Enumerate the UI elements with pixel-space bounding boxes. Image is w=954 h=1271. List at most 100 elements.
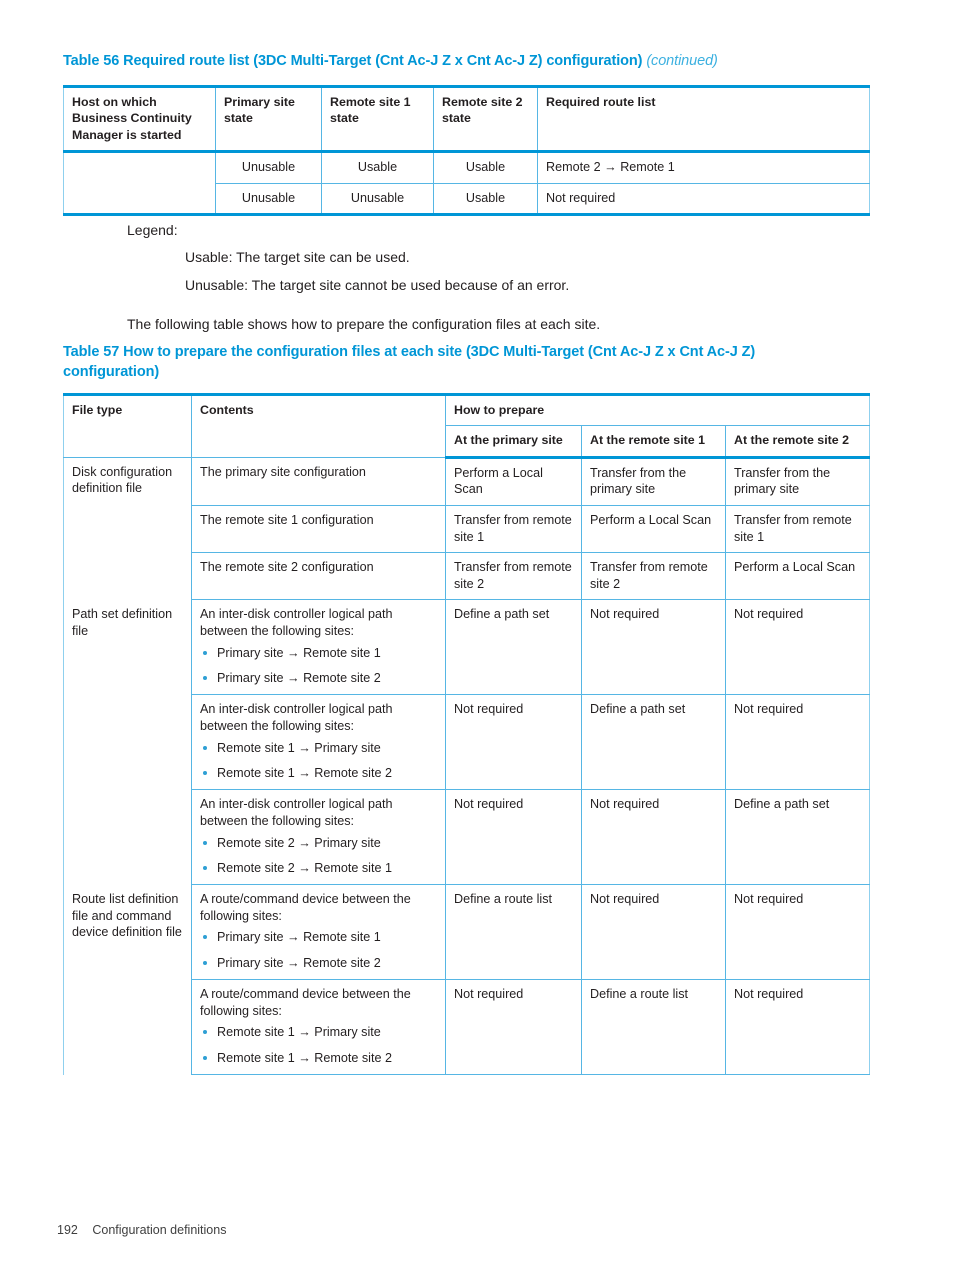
contents-bullet-list: Remote site 1 → Primary site Remote site… — [200, 740, 437, 782]
table-56-required-route-list: Host on which Business Continuity Manage… — [63, 84, 870, 217]
cell-remote2-state: Usable — [433, 182, 538, 217]
legend-item-unusable: Unusable: The target site cannot be used… — [185, 277, 570, 293]
cell-contents: The remote site 2 configuration — [191, 552, 446, 601]
list-item: Remote site 1 → Primary site — [200, 1024, 437, 1040]
cell-at-primary: Perform a Local Scan — [445, 456, 582, 506]
contents-text: A route/command device between the follo… — [200, 987, 411, 1018]
cell-at-remote2: Transfer from remote site 1 — [725, 504, 870, 554]
cell-remote1-state: Unusable — [321, 182, 434, 217]
table-56-caption: Table 56 Required route list (3DC Multi-… — [63, 52, 883, 72]
table-57-caption-text: Table 57 How to prepare the configuratio… — [63, 344, 756, 380]
cell-required-route: Not required — [537, 182, 870, 217]
th-how-to-prepare: How to prepare — [445, 392, 870, 427]
footer-section-title: Configuration definitions — [92, 1223, 227, 1237]
list-item: Remote site 2 → Primary site — [200, 835, 437, 851]
cell-at-remote2: Transfer from the primary site — [725, 456, 870, 506]
th-remote-site-1-state: Remote site 1 state — [321, 84, 434, 154]
contents-text: An inter-disk controller logical path be… — [200, 607, 393, 639]
cell-file-type: Route list definition file and command d… — [63, 884, 192, 1075]
cell-required-route: Remote 2 → Remote 1 — [537, 151, 870, 184]
cell-at-primary: Not required — [445, 789, 582, 886]
list-item: Remote site 1 → Remote site 2 — [200, 1050, 437, 1066]
intro-paragraph: The following table shows how to prepare… — [127, 316, 601, 332]
table-57-caption: Table 57 How to prepare the configuratio… — [63, 343, 853, 382]
th-file-type: File type — [63, 393, 192, 458]
th-host-on-which-bcm-started: Host on which Business Continuity Manage… — [63, 84, 216, 154]
list-item: Primary site → Remote site 1 — [200, 645, 437, 661]
list-item: Primary site → Remote site 1 — [200, 929, 437, 945]
cell-host — [63, 182, 216, 217]
contents-bullet-list: Primary site → Remote site 1 Primary sit… — [200, 929, 437, 971]
th-at-the-primary-site: At the primary site — [445, 425, 582, 459]
cell-at-remote2: Perform a Local Scan — [725, 552, 870, 601]
table-row: Path set definition file An inter-disk c… — [63, 599, 870, 885]
table-56-caption-continued: (continued) — [646, 53, 718, 69]
cell-remote2-state: Usable — [433, 151, 538, 184]
table-56-caption-text: Table 56 Required route list (3DC Multi-… — [63, 53, 643, 69]
cell-at-primary: Not required — [445, 694, 582, 791]
cell-remote1-state: Usable — [321, 151, 434, 184]
table-56-header-row: Host on which Business Continuity Manage… — [63, 84, 870, 154]
cell-file-type: Path set definition file — [63, 599, 192, 885]
cell-at-remote1: Not required — [581, 884, 726, 981]
cell-primary-state: Unusable — [215, 182, 322, 217]
contents-text: The remote site 1 configuration — [200, 512, 374, 527]
contents-text: A route/command device between the follo… — [200, 892, 411, 923]
cell-contents: A route/command device between the follo… — [191, 979, 446, 1076]
legend-item-usable: Usable: The target site can be used. — [185, 249, 410, 265]
table-row: Unusable Usable Usable Remote 2 → Remote… — [63, 151, 870, 184]
cell-host — [63, 151, 216, 184]
contents-text: The remote site 2 configuration — [200, 560, 374, 575]
cell-at-primary: Not required — [445, 979, 582, 1076]
cell-at-remote1: Define a path set — [581, 694, 726, 791]
cell-at-remote2: Not required — [725, 979, 870, 1076]
cell-at-remote1: Not required — [581, 599, 726, 696]
cell-at-remote2: Not required — [725, 884, 870, 981]
cell-at-remote1: Perform a Local Scan — [581, 504, 726, 554]
cell-at-remote1: Define a route list — [581, 979, 726, 1076]
cell-file-type: Disk configuration definition file — [63, 456, 192, 600]
table-57-header-row-top: File type Contents How to prepare — [63, 392, 870, 458]
table-57-how-to-prepare: File type Contents How to prepare At the… — [63, 392, 870, 1076]
th-at-the-remote-site-1: At the remote site 1 — [581, 425, 726, 459]
contents-bullet-list: Remote site 2 → Primary site Remote site… — [200, 835, 437, 877]
th-remote-site-2-state: Remote site 2 state — [433, 84, 538, 154]
footer-page-number: 192 — [57, 1223, 78, 1237]
list-item: Primary site → Remote site 2 — [200, 955, 437, 971]
contents-text: An inter-disk controller logical path be… — [200, 702, 393, 733]
th-primary-site-state: Primary site state — [215, 84, 322, 154]
cell-at-remote1: Transfer from the primary site — [581, 456, 726, 506]
cell-at-primary: Define a route list — [445, 884, 582, 981]
th-required-route-list: Required route list — [537, 84, 870, 154]
table-row: Unusable Unusable Usable Not required — [63, 182, 870, 217]
cell-contents: An inter-disk controller logical path be… — [191, 694, 446, 791]
cell-at-remote1: Not required — [581, 789, 726, 886]
cell-at-primary: Define a path set — [445, 599, 582, 696]
list-item: Remote site 1 → Remote site 2 — [200, 765, 437, 781]
contents-text: An inter-disk controller logical path be… — [200, 797, 393, 828]
contents-bullet-list: Primary site → Remote site 1 Primary sit… — [200, 645, 437, 687]
cell-at-remote2: Define a path set — [725, 789, 870, 886]
table-row: Route list definition file and command d… — [63, 884, 870, 1075]
list-item: Primary site → Remote site 2 — [200, 670, 437, 686]
cell-contents: An inter-disk controller logical path be… — [191, 599, 446, 696]
cell-contents: An inter-disk controller logical path be… — [191, 789, 446, 886]
cell-at-remote2: Not required — [725, 694, 870, 791]
contents-bullet-list: Remote site 1 → Primary site Remote site… — [200, 1024, 437, 1066]
list-item: Remote site 1 → Primary site — [200, 740, 437, 756]
document-page: Table 56 Required route list (3DC Multi-… — [0, 0, 954, 1271]
page-footer: 192 Configuration definitions — [57, 1223, 226, 1237]
th-contents: Contents — [191, 393, 446, 458]
table-row: Disk configuration definition file The p… — [63, 456, 870, 600]
legend-label: Legend: — [127, 222, 178, 238]
cell-at-primary: Transfer from remote site 1 — [445, 504, 582, 554]
list-item: Remote site 2 → Remote site 1 — [200, 860, 437, 876]
cell-primary-state: Unusable — [215, 151, 322, 184]
cell-at-primary: Transfer from remote site 2 — [445, 552, 582, 601]
cell-contents: The primary site configuration — [191, 456, 446, 506]
cell-at-remote2: Not required — [725, 599, 870, 696]
th-at-the-remote-site-2: At the remote site 2 — [725, 425, 870, 459]
cell-at-remote1: Transfer from remote site 2 — [581, 552, 726, 601]
cell-contents: The remote site 1 configuration — [191, 504, 446, 554]
cell-contents: A route/command device between the follo… — [191, 884, 446, 981]
